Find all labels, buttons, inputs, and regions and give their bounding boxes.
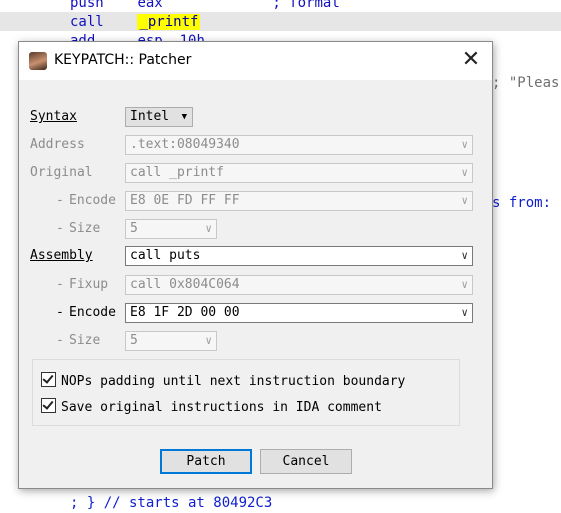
address-field[interactable]: .text:08049340 ∨ <box>125 135 473 155</box>
nops-padding-checkbox[interactable]: NOPs padding until next instruction boun… <box>41 372 405 389</box>
original-label: Original <box>30 165 93 180</box>
mnemonic: push <box>70 0 104 11</box>
keypatch-dialog: KEYPATCH:: Patcher ✕ Syntax Intel ▼ Addr… <box>18 41 493 489</box>
chevron-down-icon: ∨ <box>461 249 468 262</box>
size-new-field[interactable]: 5 ∨ <box>125 331 217 351</box>
chevron-down-icon: ∨ <box>461 166 468 179</box>
ida-comment-please: ; "Pleas <box>492 75 560 91</box>
ida-line-push[interactable]: push eax ; format <box>70 0 340 12</box>
fixup-value: call 0x804C064 <box>130 277 240 292</box>
dropdown-arrow-icon: ▼ <box>181 112 187 122</box>
close-icon[interactable]: ✕ <box>458 48 484 74</box>
assembly-label: Assembly <box>30 248 93 263</box>
ida-comment-starts-at: ; } // starts at 80492C3 <box>70 495 273 511</box>
patch-button[interactable]: Patch <box>160 449 252 474</box>
chevron-down-icon: ∨ <box>461 138 468 151</box>
dash-marker: - <box>56 277 64 292</box>
dash-marker: - <box>56 221 64 236</box>
dialog-title: KEYPATCH:: Patcher <box>54 52 192 68</box>
size-new-label: Size <box>69 333 101 348</box>
checkbox-checked-icon[interactable] <box>41 372 56 387</box>
size-orig-value: 5 <box>130 221 138 236</box>
encode-orig-value: E8 0E FD FF FF <box>130 193 240 208</box>
mnemonic: call <box>70 14 104 30</box>
size-orig-label: Size <box>69 221 101 236</box>
nops-padding-label: NOPs padding until next instruction boun… <box>61 374 406 389</box>
comment: ; format <box>272 0 340 11</box>
assembly-input[interactable]: call puts ∨ <box>125 246 473 266</box>
save-original-label: Save original instructions in IDA commen… <box>61 400 382 415</box>
title-bar[interactable]: KEYPATCH:: Patcher ✕ <box>19 42 492 80</box>
chevron-down-icon: ∨ <box>461 306 468 319</box>
encode-new-label: Encode <box>69 305 116 320</box>
save-original-checkbox[interactable]: Save original instructions in IDA commen… <box>41 398 382 415</box>
syntax-label: Syntax <box>30 109 77 124</box>
dash-marker: - <box>56 305 64 320</box>
options-group <box>32 359 460 426</box>
address-label: Address <box>30 137 85 152</box>
size-orig-field[interactable]: 5 ∨ <box>125 219 217 239</box>
size-new-value: 5 <box>130 333 138 348</box>
ida-line-call[interactable]: call _printf <box>70 13 201 31</box>
encode-new-value: E8 1F 2D 00 00 <box>130 305 240 320</box>
fixup-field[interactable]: call 0x804C064 ∨ <box>125 275 473 295</box>
chevron-down-icon: ∨ <box>461 278 468 291</box>
checkbox-checked-icon[interactable] <box>41 398 56 413</box>
ida-xref-text: s from: <box>492 195 552 211</box>
assembly-value: call puts <box>130 248 201 263</box>
encode-orig-label: Encode <box>69 193 116 208</box>
chevron-down-icon: ∨ <box>205 222 212 235</box>
original-field[interactable]: call _printf ∨ <box>125 163 473 183</box>
original-value: call _printf <box>130 165 224 180</box>
assembly-label-text: Assembly <box>30 248 93 263</box>
chevron-down-icon: ∨ <box>461 194 468 207</box>
syntax-value: Intel <box>130 109 170 124</box>
address-value: .text:08049340 <box>130 137 240 152</box>
operand: eax <box>137 0 163 11</box>
encode-new-field[interactable]: E8 1F 2D 00 00 ∨ <box>125 303 473 323</box>
dash-marker: - <box>56 193 64 208</box>
function-name[interactable]: _printf <box>137 14 201 30</box>
dash-marker: - <box>56 333 64 348</box>
chevron-down-icon: ∨ <box>205 334 212 347</box>
keypatch-logo-icon <box>29 52 47 70</box>
cancel-button[interactable]: Cancel <box>260 449 352 474</box>
syntax-select[interactable]: Intel ▼ <box>125 107 193 127</box>
encode-orig-field[interactable]: E8 0E FD FF FF ∨ <box>125 191 473 211</box>
fixup-label: Fixup <box>69 277 109 292</box>
syntax-label-text: Syntax <box>30 109 77 124</box>
